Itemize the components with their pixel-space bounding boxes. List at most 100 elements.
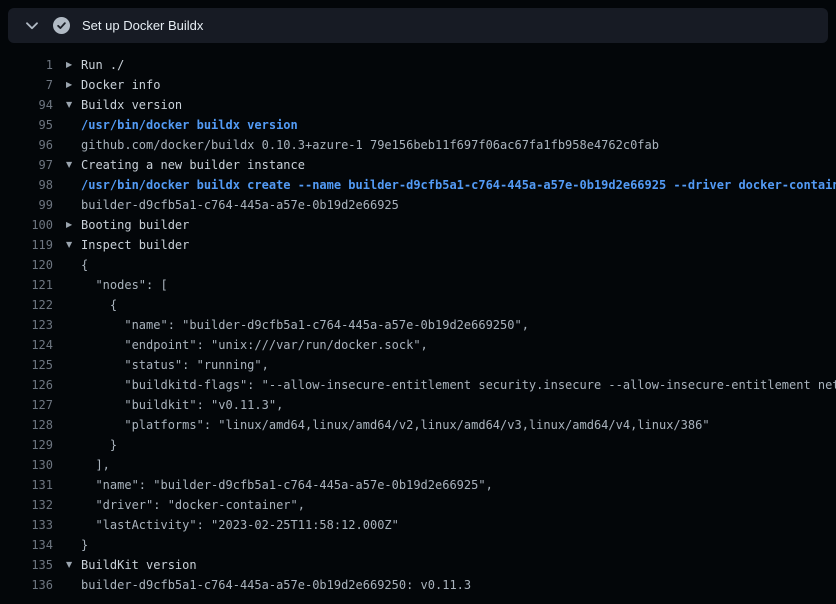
line-number[interactable]: 94	[0, 95, 53, 115]
log-line: 132 "driver": "docker-container",	[0, 495, 836, 515]
log-line: 125 "status": "running",	[0, 355, 836, 375]
group-arrow-icon	[66, 415, 81, 435]
log-line: 122 {	[0, 295, 836, 315]
line-text: "name": "builder-d9cfb5a1-c764-445a-a57e…	[81, 315, 529, 335]
line-text[interactable]: BuildKit version	[81, 555, 197, 575]
line-text: }	[81, 435, 117, 455]
log-line: 99 builder-d9cfb5a1-c764-445a-a57e-0b19d…	[0, 195, 836, 215]
line-number[interactable]: 98	[0, 175, 53, 195]
log-line: 129 }	[0, 435, 836, 455]
line-number[interactable]: 136	[0, 575, 53, 595]
log-line: 95 /usr/bin/docker buildx version	[0, 115, 836, 135]
line-text: github.com/docker/buildx 0.10.3+azure-1 …	[81, 135, 659, 155]
line-number[interactable]: 129	[0, 435, 53, 455]
line-text[interactable]: Docker info	[81, 75, 160, 95]
chevron-down-icon[interactable]	[18, 8, 46, 43]
log-line: 94 ▼ Buildx version	[0, 95, 836, 115]
line-number[interactable]: 120	[0, 255, 53, 275]
line-number[interactable]: 122	[0, 295, 53, 315]
log-line: 100 ▶ Booting builder	[0, 215, 836, 235]
line-number[interactable]: 7	[0, 75, 53, 95]
group-arrow-icon	[66, 295, 81, 315]
group-arrow-icon	[66, 255, 81, 275]
group-arrow-icon	[66, 475, 81, 495]
line-text: "name": "builder-d9cfb5a1-c764-445a-a57e…	[81, 475, 493, 495]
group-arrow-icon	[66, 175, 81, 195]
group-arrow-icon	[66, 575, 81, 595]
line-number[interactable]: 132	[0, 495, 53, 515]
log-line: 1 ▶ Run ./	[0, 55, 836, 75]
line-text: "driver": "docker-container",	[81, 495, 305, 515]
group-arrow-icon	[66, 115, 81, 135]
line-text: {	[81, 255, 88, 275]
line-text: "lastActivity": "2023-02-25T11:58:12.000…	[81, 515, 399, 535]
group-arrow-icon	[66, 195, 81, 215]
line-text: "buildkitd-flags": "--allow-insecure-ent…	[81, 375, 836, 395]
group-arrow-icon	[66, 435, 81, 455]
group-arrow-collapsed-icon[interactable]: ▶	[66, 55, 81, 75]
line-number[interactable]: 125	[0, 355, 53, 375]
log-line: 97 ▼ Creating a new builder instance	[0, 155, 836, 175]
log-line: 121 "nodes": [	[0, 275, 836, 295]
group-arrow-icon	[66, 375, 81, 395]
line-number[interactable]: 1	[0, 55, 53, 75]
group-arrow-expanded-icon[interactable]: ▼	[66, 155, 81, 175]
line-text[interactable]: Buildx version	[81, 95, 182, 115]
line-number[interactable]: 95	[0, 115, 53, 135]
group-arrow-expanded-icon[interactable]: ▼	[66, 235, 81, 255]
log-line: 120 {	[0, 255, 836, 275]
line-text: builder-d9cfb5a1-c764-445a-a57e-0b19d2e6…	[81, 195, 399, 215]
log-line: 119 ▼ Inspect builder	[0, 235, 836, 255]
line-number[interactable]: 128	[0, 415, 53, 435]
line-number[interactable]: 119	[0, 235, 53, 255]
line-number[interactable]: 127	[0, 395, 53, 415]
line-text[interactable]: Creating a new builder instance	[81, 155, 305, 175]
line-number[interactable]: 123	[0, 315, 53, 335]
group-arrow-icon	[66, 315, 81, 335]
line-number[interactable]: 133	[0, 515, 53, 535]
line-text[interactable]: Booting builder	[81, 215, 189, 235]
line-number[interactable]: 131	[0, 475, 53, 495]
log-line: 7 ▶ Docker info	[0, 75, 836, 95]
group-arrow-icon	[66, 135, 81, 155]
group-arrow-collapsed-icon[interactable]: ▶	[66, 75, 81, 95]
group-arrow-icon	[66, 355, 81, 375]
line-number[interactable]: 134	[0, 535, 53, 555]
group-arrow-icon	[66, 495, 81, 515]
log-line: 131 "name": "builder-d9cfb5a1-c764-445a-…	[0, 475, 836, 495]
log-line: 133 "lastActivity": "2023-02-25T11:58:12…	[0, 515, 836, 535]
line-number[interactable]: 130	[0, 455, 53, 475]
line-text: builder-d9cfb5a1-c764-445a-a57e-0b19d2e6…	[81, 575, 471, 595]
log-line: 124 "endpoint": "unix:///var/run/docker.…	[0, 335, 836, 355]
step-header[interactable]: Set up Docker Buildx	[8, 8, 828, 43]
line-number[interactable]: 100	[0, 215, 53, 235]
line-text: {	[81, 295, 117, 315]
log-line: 128 "platforms": "linux/amd64,linux/amd6…	[0, 415, 836, 435]
line-number[interactable]: 97	[0, 155, 53, 175]
line-number[interactable]: 96	[0, 135, 53, 155]
line-text: "status": "running",	[81, 355, 269, 375]
group-arrow-expanded-icon[interactable]: ▼	[66, 555, 81, 575]
group-arrow-icon	[66, 335, 81, 355]
line-text: "endpoint": "unix:///var/run/docker.sock…	[81, 335, 428, 355]
group-arrow-icon	[66, 455, 81, 475]
line-number[interactable]: 99	[0, 195, 53, 215]
line-number[interactable]: 124	[0, 335, 53, 355]
log-line: 130 ],	[0, 455, 836, 475]
log-line: 136 builder-d9cfb5a1-c764-445a-a57e-0b19…	[0, 575, 836, 595]
line-number[interactable]: 135	[0, 555, 53, 575]
group-arrow-collapsed-icon[interactable]: ▶	[66, 215, 81, 235]
line-text[interactable]: Run ./	[81, 55, 124, 75]
line-text[interactable]: Inspect builder	[81, 235, 189, 255]
line-text: /usr/bin/docker buildx create --name bui…	[81, 175, 836, 195]
group-arrow-icon	[66, 515, 81, 535]
line-number[interactable]: 126	[0, 375, 53, 395]
log-line: 123 "name": "builder-d9cfb5a1-c764-445a-…	[0, 315, 836, 335]
log-line: 98 /usr/bin/docker buildx create --name …	[0, 175, 836, 195]
line-number[interactable]: 121	[0, 275, 53, 295]
step-title: Set up Docker Buildx	[82, 18, 203, 33]
log-line: 127 "buildkit": "v0.11.3",	[0, 395, 836, 415]
group-arrow-icon	[66, 275, 81, 295]
group-arrow-expanded-icon[interactable]: ▼	[66, 95, 81, 115]
check-circle-icon	[46, 8, 76, 43]
